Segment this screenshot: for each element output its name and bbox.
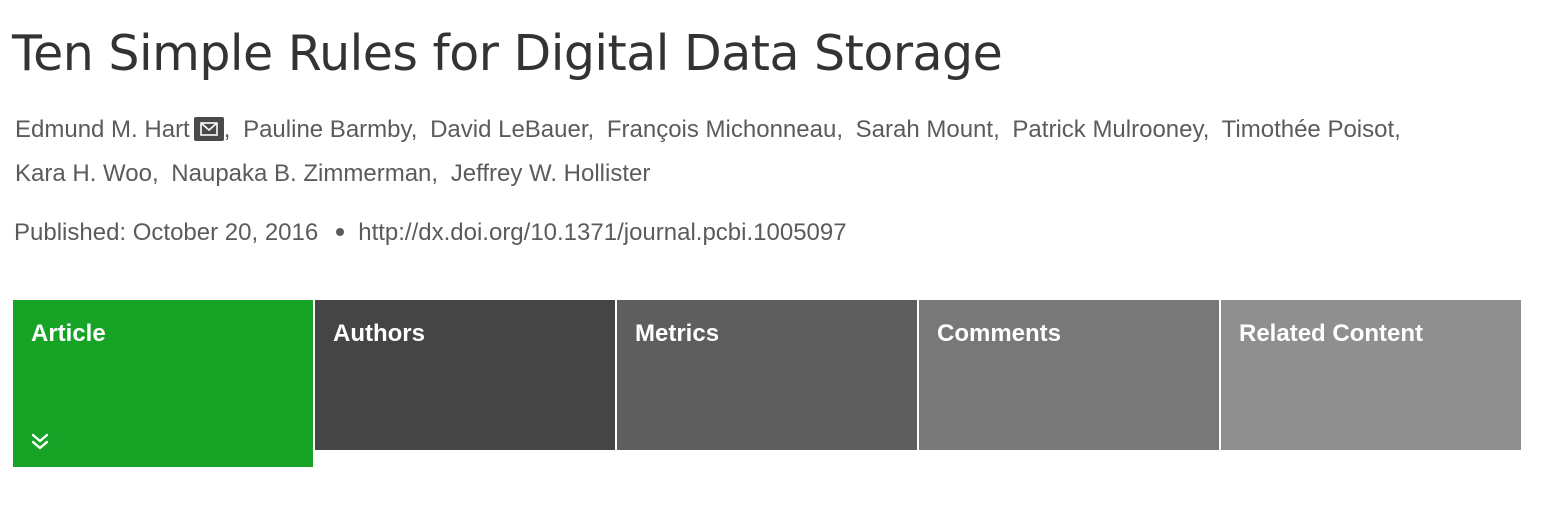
tab-label: Related Content — [1239, 320, 1424, 347]
author-separator: , — [1394, 116, 1401, 143]
bullet-separator — [336, 228, 345, 236]
author-link-woo[interactable]: Kara H. Woo — [15, 160, 152, 187]
tab-comments[interactable]: Comments — [919, 300, 1219, 450]
double-chevron-down-icon[interactable] — [31, 430, 49, 458]
tab-article[interactable]: Article — [13, 300, 313, 467]
author-item: Jeffrey W. Hollister — [451, 160, 651, 187]
author-link-mount[interactable]: Sarah Mount — [856, 116, 993, 143]
author-link-mulrooney[interactable]: Patrick Mulrooney — [1012, 116, 1202, 143]
author-item: Naupaka B. Zimmerman, — [171, 160, 438, 187]
published-date: Published: October 20, 2016 — [14, 219, 319, 246]
author-item: François Michonneau, — [607, 116, 843, 143]
author-separator: , — [431, 160, 439, 187]
author-link-michonneau[interactable]: François Michonneau — [607, 116, 836, 143]
author-separator: , — [410, 116, 418, 143]
author-item: Patrick Mulrooney, — [1012, 116, 1209, 143]
author-link-hart[interactable]: Edmund M. Hart — [15, 116, 190, 143]
tab-label: Article — [31, 320, 106, 347]
tab-label: Comments — [937, 320, 1062, 347]
author-separator: , — [587, 116, 595, 143]
tab-metrics[interactable]: Metrics — [617, 300, 917, 450]
author-item: David LeBauer, — [430, 116, 594, 143]
author-item: Timothée Poisot, — [1222, 116, 1401, 143]
author-item: Pauline Barmby, — [243, 116, 417, 143]
author-list: Edmund M. Hart, Pauline Barmby, David Le… — [15, 108, 1515, 196]
author-separator: , — [993, 116, 1000, 143]
author-link-barmby[interactable]: Pauline Barmby — [243, 116, 411, 143]
author-link-hollister[interactable]: Jeffrey W. Hollister — [451, 160, 651, 187]
doi-link[interactable]: http://dx.doi.org/10.1371/journal.pcbi.1… — [358, 219, 846, 246]
author-separator: , — [223, 116, 231, 143]
author-link-zimmerman[interactable]: Naupaka B. Zimmerman — [171, 160, 431, 187]
author-link-poisot[interactable]: Timothée Poisot — [1222, 116, 1395, 143]
tab-label: Metrics — [635, 320, 720, 347]
publication-info: Published: October 20, 2016 http://dx.doi… — [14, 216, 847, 250]
author-separator: , — [836, 116, 843, 143]
article-title: Ten Simple Rules for Digital Data Storag… — [12, 25, 1003, 82]
author-item: Sarah Mount, — [856, 116, 1000, 143]
tab-label: Authors — [333, 320, 425, 347]
author-separator: , — [151, 160, 159, 187]
tab-authors[interactable]: Authors — [315, 300, 615, 450]
envelope-icon[interactable] — [193, 117, 224, 141]
author-item: Kara H. Woo, — [15, 160, 159, 187]
author-link-lebauer[interactable]: David LeBauer — [430, 116, 587, 143]
author-item: Edmund M. Hart, — [15, 116, 230, 143]
tab-related-content[interactable]: Related Content — [1221, 300, 1521, 450]
author-separator: , — [1202, 116, 1210, 143]
